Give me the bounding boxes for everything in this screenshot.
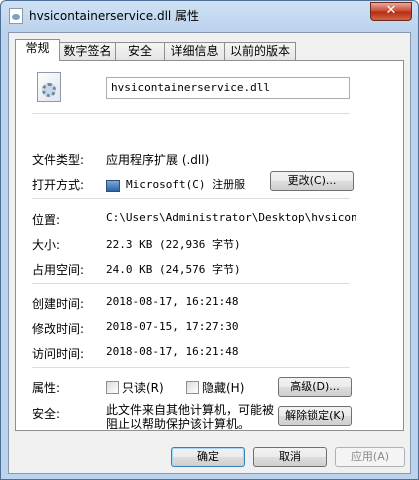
modified-value: 2018-07-15, 17:27:30 (106, 320, 239, 333)
window-title: hvsicontainerservice.dll 属性 (29, 9, 200, 23)
unblock-button[interactable]: 解除锁定(K) (278, 406, 352, 426)
separator (32, 283, 350, 284)
created-value: 2018-08-17, 16:21:48 (106, 295, 239, 308)
close-button[interactable]: ✕ (370, 2, 412, 21)
size-label: 大小: (32, 238, 61, 252)
location-label: 位置: (32, 213, 61, 227)
opens-with-value: Microsoft(C) 注册服 (126, 178, 246, 191)
hidden-checkbox[interactable] (186, 381, 199, 394)
ok-button[interactable]: 确定 (171, 447, 245, 467)
tab-security[interactable]: 安全 (115, 42, 165, 61)
opens-with-label: 打开方式: (32, 178, 85, 192)
tab-general[interactable]: 常规 (15, 39, 60, 61)
general-panel: hvsicontainerservice.dll 文件类型: 应用程序扩展 (.… (15, 60, 404, 431)
dll-file-icon (37, 72, 61, 102)
created-label: 创建时间: (32, 297, 85, 311)
separator (32, 367, 350, 368)
gear-icon (42, 83, 56, 97)
cancel-button[interactable]: 取消 (253, 447, 327, 467)
file-name-input[interactable]: hvsicontainerservice.dll (106, 77, 350, 99)
security-message: 此文件来自其他计算机，可能被阻止以帮助保护该计算机。 (106, 403, 275, 431)
readonly-checkbox[interactable] (106, 381, 119, 394)
size-value: 22.3 KB (22,936 字节) (106, 238, 241, 251)
size-on-disk-value: 24.0 KB (24,576 字节) (106, 263, 241, 276)
tab-previous-versions[interactable]: 以前的版本 (224, 42, 296, 61)
modified-label: 修改时间: (32, 322, 85, 336)
readonly-label[interactable]: 只读(R) (122, 379, 164, 396)
file-type-value: 应用程序扩展 (.dll) (106, 153, 210, 167)
change-button[interactable]: 更改(C)... (270, 171, 354, 191)
advanced-button[interactable]: 高级(D)... (278, 377, 352, 397)
location-value: C:\Users\Administrator\Desktop\hvsiconta… (106, 211, 356, 224)
attributes-label: 属性: (32, 381, 61, 395)
apply-button[interactable]: 应用(A) (335, 447, 405, 467)
title-bar[interactable]: hvsicontainerservice.dll 属性 ✕ (1, 1, 418, 31)
size-on-disk-label: 占用空间: (32, 263, 85, 277)
accessed-label: 访问时间: (32, 347, 85, 361)
separator (32, 198, 350, 199)
properties-dialog: hvsicontainerservice.dll 属性 ✕ 常规 数字签名 安全… (0, 0, 419, 480)
dialog-client: 常规 数字签名 安全 详细信息 以前的版本 hvsicontainerservi… (8, 32, 411, 474)
accessed-value: 2018-08-17, 16:21:48 (106, 345, 239, 358)
hidden-label[interactable]: 隐藏(H) (202, 379, 244, 396)
tab-details[interactable]: 详细信息 (164, 42, 225, 61)
security-label: 安全: (32, 407, 61, 421)
file-type-label: 文件类型: (32, 153, 85, 167)
app-icon (106, 180, 120, 192)
close-icon: ✕ (385, 3, 397, 18)
tab-digital-signatures[interactable]: 数字签名 (59, 42, 116, 61)
separator (32, 113, 350, 114)
dll-file-icon (9, 8, 23, 24)
